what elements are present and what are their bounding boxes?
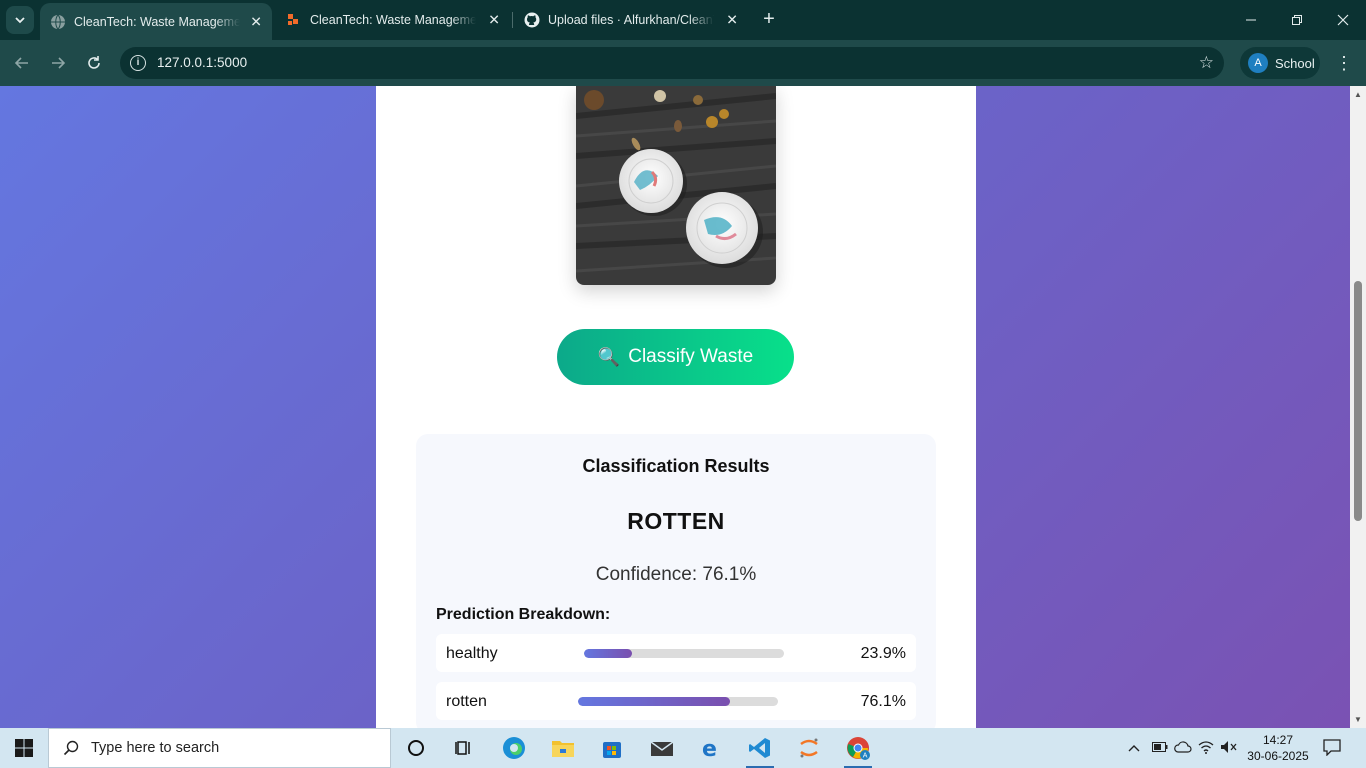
svg-text:e: e: [702, 737, 717, 759]
cloud-sync-icon[interactable]: [1174, 740, 1192, 757]
microsoft-store-icon[interactable]: [592, 732, 632, 764]
tab-strip: CleanTech: Waste Management ✕ CleanTech:…: [0, 0, 1366, 40]
clock-date: 30-06-2025: [1247, 749, 1309, 763]
probability-bar: [584, 649, 784, 658]
search-icon: [63, 740, 79, 756]
restore-button[interactable]: [1274, 0, 1320, 40]
minimize-icon: [1246, 19, 1256, 21]
mail-icon[interactable]: [642, 732, 682, 764]
class-percent: 76.1%: [860, 693, 906, 710]
breakdown-title: Prediction Breakdown:: [436, 606, 611, 623]
tab-search-button[interactable]: [6, 6, 34, 34]
prediction-row: rotten 76.1%: [436, 682, 916, 720]
taskbar-clock[interactable]: 14:27 30-06-2025: [1245, 732, 1311, 764]
start-button[interactable]: [0, 728, 48, 768]
prediction-row: healthy 23.9%: [436, 634, 916, 672]
tab-github-upload[interactable]: Upload files · Alfurkhan/CleanTe ✕: [514, 0, 748, 40]
close-tab-icon[interactable]: ✕: [726, 12, 738, 29]
probability-bar: [578, 697, 778, 706]
probability-bar-fill: [584, 649, 632, 658]
notification-center-icon[interactable]: [1322, 738, 1344, 758]
close-window-button[interactable]: [1320, 0, 1366, 40]
arrow-left-icon: [14, 57, 28, 69]
magnifier-icon: 🔍: [597, 346, 621, 367]
globe-icon: [50, 14, 66, 30]
scroll-down-icon[interactable]: ▼: [1354, 715, 1362, 724]
search-placeholder: Type here to search: [91, 740, 220, 756]
svg-text:A: A: [863, 753, 868, 760]
tab-title: CleanTech: Waste Management: [310, 13, 476, 27]
volume-muted-icon[interactable]: [1220, 740, 1238, 757]
windows-logo-icon: [15, 739, 33, 757]
edge-icon[interactable]: [494, 732, 534, 764]
taskbar-search[interactable]: Type here to search: [48, 728, 391, 768]
page-viewport: 🔍 Classify Waste Classification Results …: [0, 86, 1350, 728]
battery-icon[interactable]: [1152, 741, 1168, 755]
avatar: A: [1248, 53, 1268, 73]
windows-taskbar: Type here to search e A 14:27 30-06-2025: [0, 728, 1366, 768]
tab-title: CleanTech: Waste Management: [74, 14, 240, 29]
tab-cleantech-2[interactable]: CleanTech: Waste Management ✕: [276, 0, 510, 40]
page-scrollbar[interactable]: ▲ ▼: [1350, 86, 1366, 728]
probability-bar-fill: [578, 697, 731, 706]
scroll-up-icon[interactable]: ▲: [1354, 90, 1362, 99]
close-tab-icon[interactable]: ✕: [488, 12, 500, 29]
back-button[interactable]: [10, 51, 34, 75]
url-text[interactable]: 127.0.0.1:5000: [157, 55, 247, 70]
classify-button-label: Classify Waste: [628, 346, 754, 367]
main-card: 🔍 Classify Waste Classification Results …: [376, 86, 976, 728]
predicted-label: ROTTEN: [627, 508, 725, 534]
chevron-up-icon[interactable]: [1126, 741, 1142, 755]
cortana-icon[interactable]: [396, 732, 436, 764]
reload-icon: [88, 56, 100, 69]
tab-separator: [512, 12, 513, 28]
close-tab-icon[interactable]: ✕: [250, 13, 262, 30]
minimize-button[interactable]: [1228, 0, 1274, 40]
confidence-text: Confidence: 76.1%: [595, 564, 757, 585]
jupyter-icon[interactable]: [789, 732, 829, 764]
class-name: healthy: [446, 645, 498, 662]
address-bar[interactable]: i 127.0.0.1:5000 ☆: [120, 47, 1224, 79]
tab-cleantech-1[interactable]: CleanTech: Waste Management ✕: [40, 3, 272, 40]
results-heading: Classification Results: [582, 456, 770, 476]
browser-toolbar: i 127.0.0.1:5000 ☆ A School ⋮: [0, 40, 1366, 86]
forward-button[interactable]: [46, 51, 70, 75]
new-tab-button[interactable]: +: [758, 8, 780, 30]
task-view-icon[interactable]: [444, 732, 484, 764]
restore-icon: [1292, 15, 1302, 25]
vscode-icon[interactable]: [740, 732, 780, 768]
github-icon: [524, 12, 540, 28]
edge-legacy-icon[interactable]: e: [691, 732, 731, 764]
results-panel: Classification Results ROTTEN Confidence…: [416, 434, 936, 728]
class-percent: 23.9%: [860, 645, 906, 662]
chrome-icon[interactable]: A: [838, 732, 878, 768]
profile-button[interactable]: A School: [1240, 47, 1320, 79]
site-info-icon[interactable]: i: [130, 55, 146, 71]
tab-title: Upload files · Alfurkhan/CleanTe: [548, 13, 714, 27]
wifi-icon[interactable]: [1198, 740, 1214, 757]
profile-name: School: [1275, 55, 1315, 71]
system-tray: [1126, 728, 1238, 768]
classify-waste-button[interactable]: 🔍 Classify Waste: [557, 329, 794, 385]
class-name: rotten: [446, 693, 487, 710]
clock-time: 14:27: [1262, 733, 1294, 747]
app-logo-icon: [286, 12, 302, 28]
bookmark-star-icon[interactable]: ☆: [1199, 53, 1214, 73]
arrow-right-icon: [52, 57, 66, 69]
file-explorer-icon[interactable]: [543, 732, 583, 764]
uploaded-image-preview: [576, 86, 776, 285]
reload-button[interactable]: [82, 51, 106, 75]
kebab-menu-icon[interactable]: ⋮: [1334, 52, 1354, 74]
close-icon: [1337, 14, 1349, 26]
scrollbar-thumb[interactable]: [1354, 281, 1362, 521]
chevron-down-icon: [15, 17, 25, 24]
